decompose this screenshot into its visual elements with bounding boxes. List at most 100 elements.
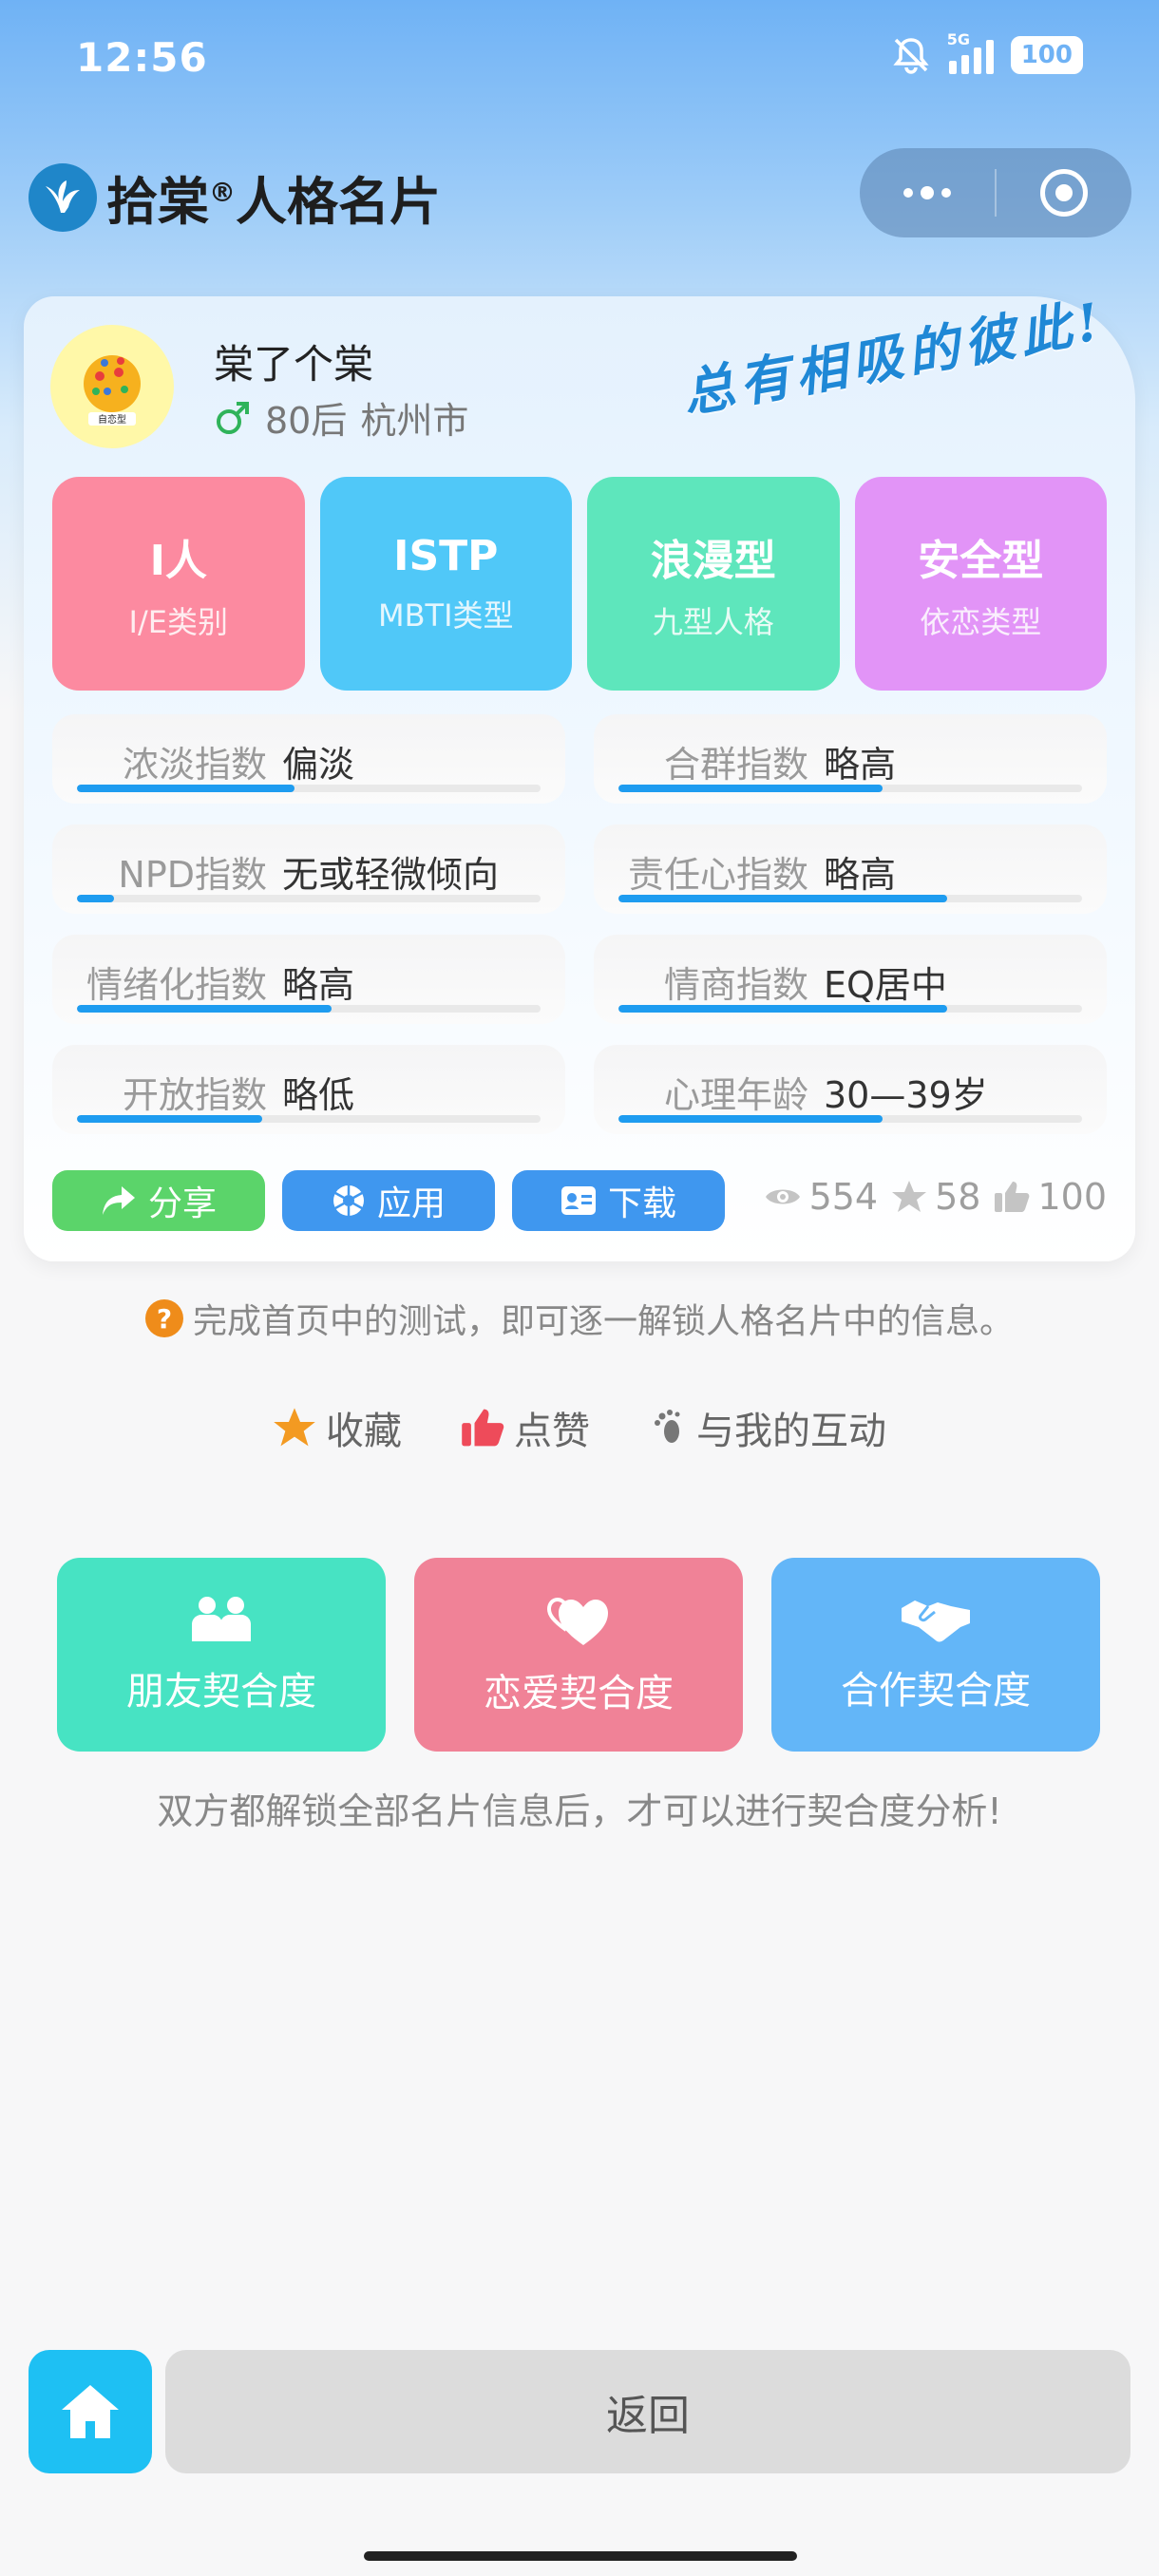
metric-bar [77, 785, 541, 792]
work-compat-button[interactable]: 合作契合度 [771, 1558, 1100, 1752]
metric-label: 浓淡指数 [122, 744, 267, 786]
metric-item[interactable]: 心理年龄 30—39岁 [594, 1045, 1107, 1134]
metric-bar [77, 895, 541, 902]
monster-avatar-icon: 自恋型 [84, 355, 141, 426]
metric-bar-fill [77, 1005, 332, 1013]
brand-name: 拾棠 [106, 172, 209, 232]
status-bar: 12:56 5G 100 [0, 0, 1159, 114]
metric-bar-fill [77, 785, 295, 792]
like-button[interactable]: 点赞 [461, 1400, 590, 1455]
metric-value: 30—39岁 [824, 1074, 988, 1116]
page-name: 人格名片 [236, 172, 441, 232]
love-compat-button[interactable]: 恋爱契合度 [414, 1558, 743, 1752]
like-label: 点赞 [514, 1410, 590, 1453]
friends-icon [192, 1597, 251, 1641]
type-value: 浪漫型 [650, 536, 776, 585]
network-type: 5G [946, 30, 970, 48]
user-name: 棠了个棠 [214, 341, 374, 388]
user-info: 80后 杭州市 [214, 391, 468, 444]
metric-item[interactable]: 情绪化指数 略高 [52, 935, 565, 1024]
back-label: 返回 [606, 2392, 690, 2440]
metric-label: 情商指数 [663, 964, 808, 1006]
type-tile-enneagram[interactable]: 浪漫型 九型人格 [587, 477, 840, 691]
share-arrow-icon [102, 1186, 135, 1215]
metric-label: 心理年龄 [663, 1074, 808, 1116]
likes-count: 100 [1037, 1176, 1107, 1218]
metric-label: 开放指数 [122, 1074, 267, 1116]
close-miniprogram-button[interactable] [997, 148, 1131, 237]
more-button[interactable] [860, 148, 995, 237]
bottom-bar: 返回 [0, 2323, 1159, 2576]
download-label: 下载 [607, 1184, 676, 1223]
views-stat: 554 [764, 1176, 879, 1218]
interaction-label: 与我的互动 [696, 1410, 886, 1453]
metric-value: 略高 [824, 744, 897, 786]
favorites-stat: 58 [891, 1176, 980, 1218]
id-card-icon [560, 1186, 596, 1215]
home-icon [62, 2385, 119, 2438]
eye-icon [765, 1189, 800, 1204]
metric-label: 情绪化指数 [86, 964, 267, 1006]
compatibility-tiles: 朋友契合度 恋爱契合度 合作契合度 [57, 1558, 1100, 1752]
type-tile-mbti[interactable]: ISTP MBTI类型 [319, 477, 572, 691]
views-count: 554 [808, 1176, 879, 1218]
metric-label: 合群指数 [663, 744, 808, 786]
metric-bar-fill [77, 895, 115, 902]
friend-compat-label: 朋友契合度 [126, 1670, 316, 1714]
metric-item[interactable]: 开放指数 略低 [52, 1045, 565, 1134]
avatar-caption: 自恋型 [98, 413, 126, 426]
share-button[interactable]: 分享 [52, 1170, 265, 1231]
metric-bar [618, 895, 1082, 902]
male-gender-icon [217, 401, 249, 434]
personality-card: 自恋型 棠了个棠 80后 杭州市 总有相吸的彼此! I人 I/E类别 ISTP … [24, 290, 1135, 1261]
favorites-count: 58 [935, 1176, 981, 1218]
bell-muted-icon [893, 38, 929, 74]
type-tiles: I人 I/E类别 ISTP MBTI类型 浪漫型 九型人格 安全型 依恋类型 [52, 477, 1107, 691]
metric-value: 略高 [282, 964, 355, 1006]
metric-value: 略高 [824, 854, 897, 896]
metric-value: 略低 [282, 1074, 355, 1116]
footprint-icon [655, 1410, 680, 1443]
metric-label: NPD指数 [118, 854, 267, 896]
interaction-button[interactable]: 与我的互动 [649, 1400, 886, 1455]
more-dots-icon [903, 186, 951, 199]
type-label: 九型人格 [652, 603, 774, 640]
type-tile-attachment[interactable]: 安全型 依恋类型 [854, 477, 1107, 691]
metric-item[interactable]: 合群指数 略高 [594, 714, 1107, 804]
battery-level: 100 [1020, 41, 1073, 69]
metric-label: 责任心指数 [627, 854, 808, 896]
likes-stat: 100 [994, 1176, 1107, 1218]
type-label: MBTI类型 [377, 597, 514, 634]
home-button[interactable] [28, 2350, 152, 2473]
type-value: 安全型 [918, 536, 1044, 585]
metrics-grid: 浓淡指数 偏淡 合群指数 略高 NPD指数 无或轻微倾向 责任心指数 略高 情绪… [52, 714, 1107, 1134]
metric-bar [77, 1115, 541, 1123]
metric-item[interactable]: NPD指数 无或轻微倾向 [52, 824, 565, 914]
apply-button[interactable]: 应用 [282, 1170, 495, 1231]
metric-item[interactable]: 责任心指数 略高 [594, 824, 1107, 914]
aperture-icon [332, 1185, 364, 1216]
user-city: 杭州市 [360, 400, 469, 442]
metric-bar-fill [618, 1005, 948, 1013]
status-icons: 5G 100 [890, 30, 1083, 76]
friend-compat-button[interactable]: 朋友契合度 [57, 1558, 386, 1752]
status-time: 12:56 [76, 34, 208, 81]
metric-value: 偏淡 [282, 744, 355, 786]
type-tile-ie[interactable]: I人 I/E类别 [52, 477, 305, 691]
card-stats: 554 58 100 [764, 1176, 1107, 1218]
metric-bar [77, 1005, 541, 1013]
download-button[interactable]: 下载 [512, 1170, 725, 1231]
love-compat-label: 恋爱契合度 [484, 1672, 674, 1715]
metric-bar-fill [618, 1115, 884, 1123]
metric-value: EQ居中 [824, 964, 947, 1006]
favorite-label: 收藏 [326, 1410, 402, 1453]
avatar[interactable]: 自恋型 [50, 325, 174, 448]
user-generation: 80后 [265, 400, 348, 442]
metric-item[interactable]: 情商指数 EQ居中 [594, 935, 1107, 1024]
back-button[interactable]: 返回 [165, 2350, 1130, 2473]
metric-bar-fill [618, 785, 884, 792]
apply-label: 应用 [376, 1184, 446, 1223]
battery-icon: 100 [1010, 36, 1083, 74]
favorite-button[interactable]: 收藏 [273, 1400, 402, 1455]
metric-item[interactable]: 浓淡指数 偏淡 [52, 714, 565, 804]
